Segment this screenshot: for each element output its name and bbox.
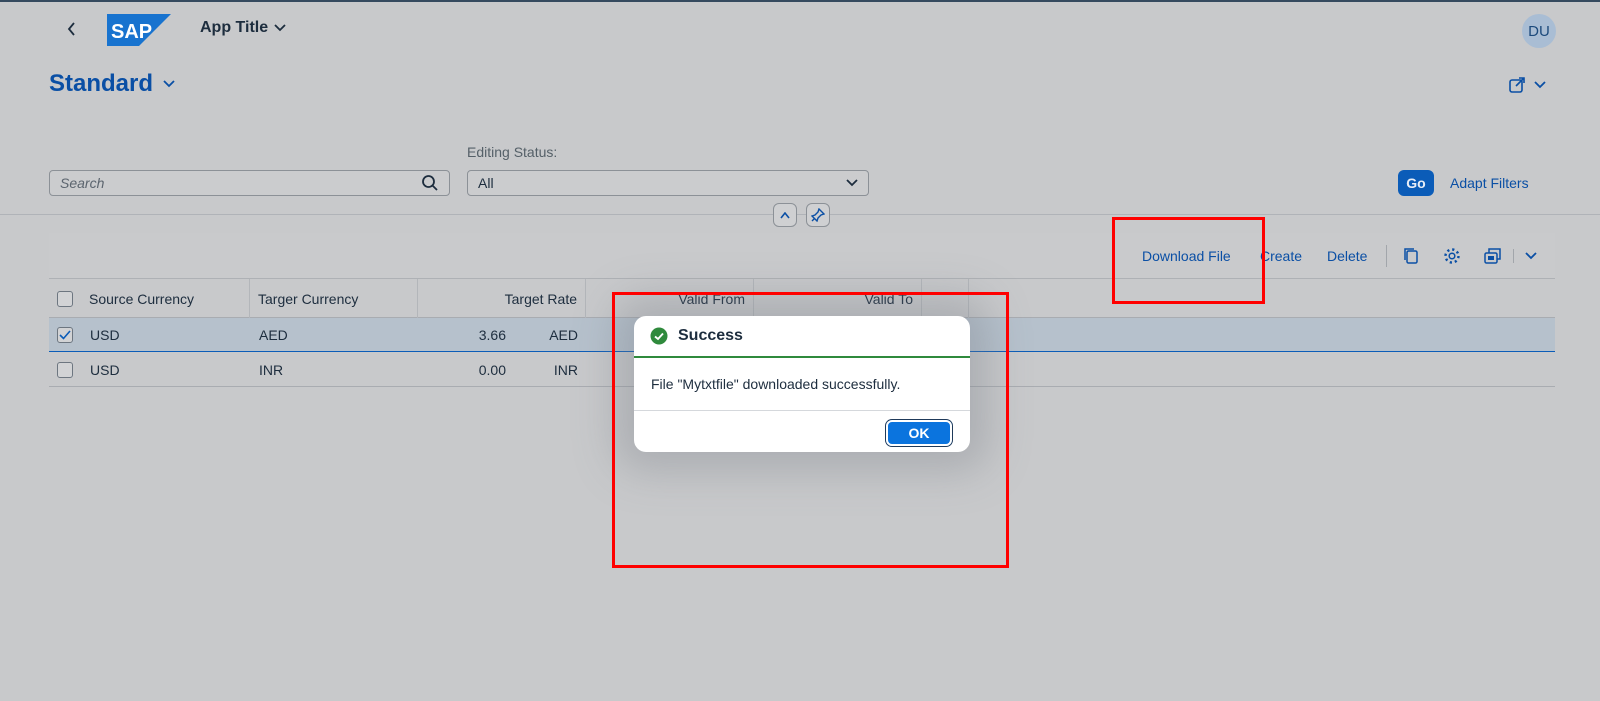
row-checkbox[interactable] xyxy=(57,362,73,378)
search-placeholder: Search xyxy=(60,175,105,191)
chevron-left-icon xyxy=(67,22,75,36)
app-title: App Title xyxy=(200,19,269,36)
editing-status-select[interactable]: All xyxy=(467,170,869,196)
chevron-down-icon xyxy=(274,24,286,32)
logo-text: SAP xyxy=(111,21,152,43)
column-label: Source Currency xyxy=(89,290,195,307)
gear-icon xyxy=(1444,248,1460,264)
settings-button[interactable] xyxy=(1442,246,1462,266)
cell-source-currency: USD xyxy=(90,327,120,343)
cell-rate-unit: AED xyxy=(549,327,578,343)
copy-button[interactable] xyxy=(1401,246,1421,266)
toolbar-separator xyxy=(1513,249,1514,263)
column-header-source-currency[interactable]: Source Currency xyxy=(81,279,250,318)
share-menu-button[interactable] xyxy=(1508,76,1546,94)
highlight-box-download xyxy=(1112,217,1265,304)
export-button[interactable] xyxy=(1483,246,1503,266)
pin-icon xyxy=(811,208,825,222)
user-avatar[interactable]: DU xyxy=(1522,14,1556,48)
column-header-target-currency[interactable]: Targer Currency xyxy=(250,279,418,318)
delete-button[interactable]: Delete xyxy=(1327,248,1367,264)
cell-source-currency: USD xyxy=(90,362,120,378)
export-icon xyxy=(1484,248,1501,264)
app-title-menu[interactable]: App Title xyxy=(200,19,286,37)
pin-header-button[interactable] xyxy=(806,203,830,227)
highlight-box-dialog xyxy=(612,292,1009,568)
export-menu-button[interactable] xyxy=(1521,246,1541,266)
cell-target-currency: INR xyxy=(259,362,284,378)
checkmark-icon xyxy=(59,330,71,340)
toolbar-separator xyxy=(1386,245,1387,267)
chevron-down-icon xyxy=(1534,81,1546,89)
chevron-up-icon xyxy=(780,211,790,218)
chevron-down-icon xyxy=(846,179,858,187)
back-button[interactable] xyxy=(62,18,82,40)
table-toolbar: Download File Create Delete xyxy=(49,233,1555,279)
editing-status-label: Editing Status: xyxy=(467,144,558,160)
copy-icon xyxy=(1404,248,1418,264)
editing-status-value: All xyxy=(478,175,494,191)
create-button[interactable]: Create xyxy=(1260,248,1302,264)
cell-target-rate: 0.00 xyxy=(478,362,506,378)
cell-target-currency: AED xyxy=(259,327,288,343)
variant-selector[interactable]: Standard xyxy=(49,70,175,98)
search-input[interactable]: Search xyxy=(49,170,450,196)
select-all-checkbox[interactable] xyxy=(57,291,73,307)
adapt-filters-button[interactable]: Adapt Filters xyxy=(1450,175,1529,191)
share-icon xyxy=(1509,77,1525,93)
column-header-target-rate[interactable]: Target Rate xyxy=(418,279,586,318)
column-label: Target Rate xyxy=(504,290,577,307)
row-checkbox[interactable] xyxy=(57,327,73,343)
column-label: Targer Currency xyxy=(258,290,359,307)
chevron-down-icon xyxy=(1525,252,1537,260)
cell-target-rate: 3.66 xyxy=(478,327,506,343)
shell-bar: SAP App Title DU xyxy=(0,2,1600,56)
sap-logo[interactable]: SAP xyxy=(107,14,171,46)
search-icon[interactable] xyxy=(421,174,439,192)
page-title: Standard xyxy=(49,70,154,97)
cell-rate-unit: INR xyxy=(553,362,578,378)
collapse-header-button[interactable] xyxy=(773,203,797,227)
chevron-down-icon xyxy=(163,80,175,88)
go-button[interactable]: Go xyxy=(1398,170,1434,196)
